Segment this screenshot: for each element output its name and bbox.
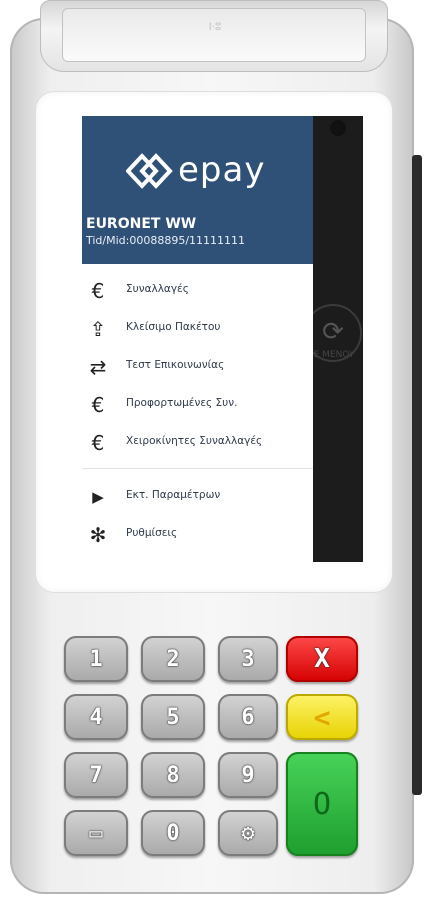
merchant-name: EURONET WW	[86, 216, 197, 232]
menu-item-close-batch[interactable]: ⇪ Κλείσιμο Πακέτου	[82, 310, 313, 348]
key-function[interactable]: ▭	[64, 810, 128, 856]
key-enter[interactable]: O	[286, 752, 358, 856]
menu-item-transactions[interactable]: € Συναλλαγές	[82, 272, 313, 310]
menu-item-label: Τεστ Επικοινωνίας	[126, 359, 225, 371]
embossed-brand-mark: ⵏ⋅ⵓ	[208, 22, 222, 33]
key-clear[interactable]: <	[286, 694, 358, 740]
menu-item-manual-transactions[interactable]: € Χειροκίνητες Συναλλαγές	[82, 424, 313, 462]
epay-logo-text: epay	[178, 150, 266, 190]
key-5[interactable]: 5	[141, 694, 205, 740]
menu-item-settings[interactable]: ✻ Ρυθμίσεις	[82, 516, 313, 554]
menu-item-communication-test[interactable]: ⇄ Τεστ Επικοινωνίας	[82, 348, 313, 386]
terminal-merchant-id: Tid/Mid:00088895/11111111	[86, 234, 246, 247]
menu-item-label: Ρυθμίσεις	[126, 527, 178, 539]
key-1[interactable]: 1	[64, 636, 128, 682]
menu-divider	[82, 468, 313, 469]
gear-icon: ✻	[89, 523, 107, 547]
epay-logo-icon	[126, 153, 173, 189]
key-4[interactable]: 4	[64, 694, 128, 740]
key-0[interactable]: 0	[141, 810, 205, 856]
key-3[interactable]: 3	[218, 636, 278, 682]
menu-item-label: Προφορτωμένες Συν.	[126, 397, 238, 409]
card-reader-slot	[412, 155, 422, 795]
folder-upload-icon: ⇪	[89, 317, 107, 341]
key-2[interactable]: 2	[141, 636, 205, 682]
key-6[interactable]: 6	[218, 694, 278, 740]
key-cancel[interactable]: X	[286, 636, 358, 682]
menu-item-parameter-execution[interactable]: ▶ Εκτ. Παραμέτρων	[82, 478, 313, 516]
menu-item-label: Κλείσιμο Πακέτου	[126, 321, 221, 333]
menu-item-preloaded-transactions[interactable]: € Προφορτωμένες Συν.	[82, 386, 313, 424]
background-menu-label: E MENOY	[313, 350, 355, 360]
euro-icon: €	[91, 279, 105, 303]
key-8[interactable]: 8	[141, 752, 205, 798]
key-settings[interactable]: ⚙	[218, 810, 278, 856]
play-arrow-icon: ▶	[92, 488, 104, 506]
menu-item-label: Χειροκίνητες Συναλλαγές	[126, 435, 263, 447]
key-7[interactable]: 7	[64, 752, 128, 798]
menu-item-label: Συναλλαγές	[126, 283, 189, 295]
euro-icon: €	[91, 431, 105, 455]
arrows-exchange-icon: ⇄	[89, 355, 107, 379]
euro-icon: €	[91, 393, 105, 417]
menu-item-label: Εκτ. Παραμέτρων	[126, 489, 221, 501]
navigation-drawer: epay EURONET WW Tid/Mid:00088895/1111111…	[82, 116, 313, 562]
key-9[interactable]: 9	[218, 752, 278, 798]
drawer-header: epay EURONET WW Tid/Mid:00088895/1111111…	[82, 116, 313, 264]
camera-icon	[330, 120, 346, 136]
